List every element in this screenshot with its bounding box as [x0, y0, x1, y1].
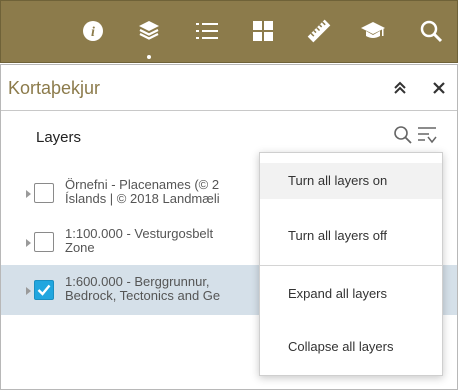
menu-item-collapse-all[interactable]: Collapse all layers: [260, 329, 442, 365]
info-icon[interactable]: i: [73, 11, 113, 51]
menu-item-turn-all-off[interactable]: Turn all layers off: [260, 218, 442, 254]
layer-name-line1: 1:100.000 - Vesturgosbelt: [65, 227, 214, 241]
layer-name: 1:600.000 - Berggrunnur, Bedrock, Tecton…: [65, 275, 275, 303]
layer-name: 1:100.000 - Vesturgosbelt Zone: [65, 227, 275, 255]
layer-checkbox[interactable]: [34, 280, 54, 300]
search-icon[interactable]: [391, 123, 415, 147]
basemap-grid-icon[interactable]: [243, 11, 283, 51]
menu-item-expand-all[interactable]: Expand all layers: [260, 276, 442, 312]
svg-text:i: i: [91, 25, 95, 40]
close-icon[interactable]: [426, 75, 452, 101]
double-chevron-up-icon[interactable]: [387, 75, 413, 101]
expand-caret-icon[interactable]: [26, 190, 31, 198]
search-icon[interactable]: [411, 11, 451, 51]
layer-name-line2: Íslands | © 2018 Landmæli: [65, 191, 220, 206]
layers-options-menu: Turn all layers on Turn all layers off E…: [259, 152, 443, 376]
layer-name-line1: 1:600.000 - Berggrunnur,: [65, 275, 210, 289]
active-tab-indicator: [147, 55, 151, 59]
layers-icon[interactable]: [129, 11, 169, 51]
layers-heading: Layers: [36, 129, 82, 146]
expand-caret-icon[interactable]: [26, 239, 31, 247]
layer-name-line2: Zone: [65, 240, 95, 255]
filter-menu-icon[interactable]: [415, 123, 439, 147]
layer-checkbox[interactable]: [34, 232, 54, 252]
panel-header: Kortaþekjur: [1, 65, 457, 111]
measure-ruler-icon[interactable]: [299, 11, 339, 51]
layer-name-line2: Bedrock, Tectonics and Ge: [65, 288, 221, 303]
top-toolbar: i: [0, 0, 458, 63]
checkmark-icon: [37, 284, 51, 296]
expand-caret-icon[interactable]: [26, 287, 31, 295]
menu-divider: [260, 265, 442, 266]
panel-title: Kortaþekjur: [8, 78, 101, 98]
education-cap-icon[interactable]: [353, 11, 393, 51]
layer-name-line1: Örnefni - Placenames (© 2: [65, 178, 220, 192]
layer-name: Örnefni - Placenames (© 2 Íslands | © 20…: [65, 178, 275, 206]
menu-item-turn-all-on[interactable]: Turn all layers on: [260, 163, 442, 199]
layer-checkbox[interactable]: [34, 183, 54, 203]
legend-list-icon[interactable]: [187, 11, 227, 51]
